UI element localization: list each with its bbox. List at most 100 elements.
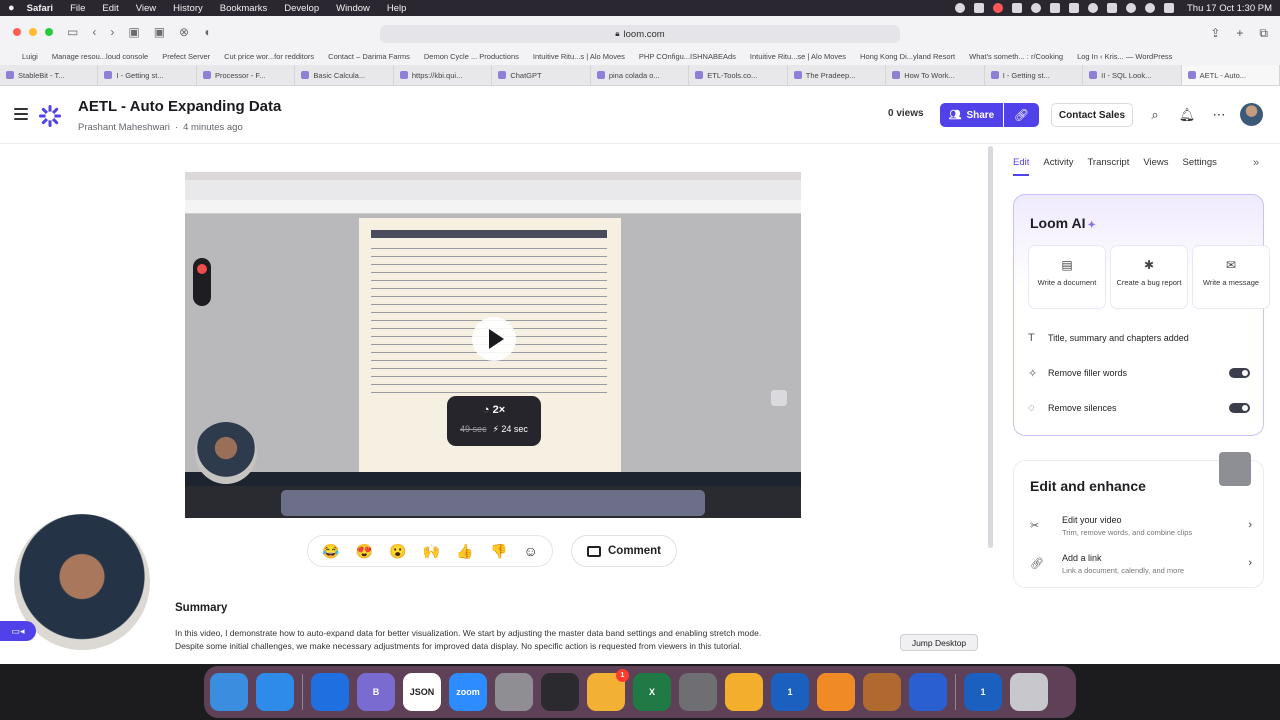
- favorite-link[interactable]: Intuitive Ritu...se | Alo Moves: [750, 52, 846, 61]
- tab-views[interactable]: Views: [1143, 157, 1168, 176]
- reaction-surprised[interactable]: 😮: [389, 543, 406, 560]
- apple-menu-icon[interactable]: ●: [8, 2, 15, 14]
- edit-video-row[interactable]: ✂︎ Edit your video Trim, remove words, a…: [1030, 515, 1252, 543]
- browser-tab[interactable]: ChatGPT: [492, 65, 591, 85]
- menu-edit[interactable]: Edit: [102, 3, 118, 14]
- reaction-thumbs-up[interactable]: 👍: [456, 543, 473, 560]
- share-browser-icon[interactable]: ⇪: [1210, 26, 1220, 41]
- forward-icon[interactable]: ›: [110, 25, 114, 39]
- bell-icon[interactable]: 🔔︎: [1178, 106, 1196, 124]
- record-status-icon[interactable]: [992, 3, 1003, 13]
- menu-help[interactable]: Help: [387, 3, 407, 14]
- hamburger-menu-icon[interactable]: [14, 108, 28, 120]
- minimize-window-icon[interactable]: [29, 28, 37, 36]
- browser-tab[interactable]: II - SQL Look...: [1083, 65, 1182, 85]
- browser-tab[interactable]: Processor - F...: [197, 65, 296, 85]
- play-button[interactable]: [472, 317, 516, 361]
- favorite-link[interactable]: Manage resou...loud console: [52, 52, 148, 61]
- collapse-panel-icon[interactable]: »: [1253, 157, 1259, 169]
- favorite-link[interactable]: PHP COnfigu...ISHNABEAds: [639, 52, 736, 61]
- zoom-icon[interactable]: zoom: [449, 673, 487, 711]
- browser-tab[interactable]: ETL-Tools.co...: [689, 65, 788, 85]
- json-icon[interactable]: JSON: [403, 673, 441, 711]
- tab-activity[interactable]: Activity: [1043, 157, 1073, 176]
- extension-icon[interactable]: ▣: [128, 25, 139, 39]
- browser-tab[interactable]: https://kbi.qui...: [394, 65, 493, 85]
- app-status-icon[interactable]: [1087, 3, 1098, 13]
- views-count[interactable]: 0 views: [888, 108, 924, 119]
- ai-row-title-summary[interactable]: T Title, summary and chapters added: [1028, 329, 1250, 347]
- share-button[interactable]: 👥︎ Share: [940, 103, 1003, 127]
- clock[interactable]: Thu 17 Oct 1:30 PM: [1187, 3, 1272, 14]
- browser-tab[interactable]: Basic Calcula...: [295, 65, 394, 85]
- search-icon[interactable]: ⌕: [1146, 106, 1164, 124]
- browser-tab[interactable]: How To Work...: [886, 65, 985, 85]
- zoom-window-icon[interactable]: [45, 28, 53, 36]
- camera-toggle-icon[interactable]: ▭◂: [0, 621, 36, 641]
- contact-sales-button[interactable]: Contact Sales: [1051, 103, 1133, 127]
- archive-icon[interactable]: [863, 673, 901, 711]
- browser-tab[interactable]: I - Getting st...: [98, 65, 197, 85]
- shield-icon[interactable]: ◖: [203, 25, 210, 39]
- browser-tab[interactable]: pina colada o...: [591, 65, 690, 85]
- battery-icon[interactable]: [1106, 3, 1117, 13]
- browser-tab[interactable]: The Pradeep...: [788, 65, 887, 85]
- reaction-thumbs-down[interactable]: 👎: [490, 543, 507, 560]
- safari-icon[interactable]: [256, 673, 294, 711]
- photos-icon[interactable]: 1: [587, 669, 629, 711]
- add-emoji-icon[interactable]: ☺︎: [524, 543, 538, 559]
- jump-desktop-icon[interactable]: [909, 673, 947, 711]
- tab-settings[interactable]: Settings: [1183, 157, 1217, 176]
- extension-icon[interactable]: ▣: [154, 25, 165, 39]
- tab-edit[interactable]: Edit: [1013, 157, 1030, 176]
- favorite-link[interactable]: Hong Kong Di...yland Resort: [860, 52, 955, 61]
- back-icon[interactable]: ‹: [92, 25, 96, 39]
- reaction-laugh[interactable]: 😂: [322, 543, 339, 560]
- favorite-link[interactable]: What's someth... : r/Cooking: [969, 52, 1063, 61]
- wifi-icon[interactable]: [1125, 3, 1136, 13]
- tab-overview-icon[interactable]: ⧉: [1259, 26, 1268, 41]
- menu-view[interactable]: View: [136, 3, 156, 14]
- sidebar-icon[interactable]: ▭: [67, 25, 78, 39]
- copy-link-button[interactable]: 🔗︎: [1004, 103, 1039, 127]
- add-link-row[interactable]: 🔗︎ Add a link Link a document, calendly,…: [1030, 553, 1252, 581]
- tools-icon[interactable]: [495, 673, 533, 711]
- tab-transcript[interactable]: Transcript: [1087, 157, 1129, 176]
- extension-icon[interactable]: ⊗: [179, 25, 189, 39]
- app-status-icon[interactable]: [973, 3, 984, 13]
- menu-history[interactable]: History: [173, 3, 203, 14]
- browser-tab[interactable]: I - Getting st...: [985, 65, 1084, 85]
- browser-tab[interactable]: StableBit - T...: [0, 65, 99, 85]
- more-options-icon[interactable]: ⋯: [1210, 106, 1228, 124]
- favorite-link[interactable]: Prefect Server: [162, 52, 210, 61]
- favorite-link[interactable]: Intuitive Ritu...s | Alo Moves: [533, 52, 625, 61]
- password-manager-icon[interactable]: 1: [771, 673, 809, 711]
- floating-sticker[interactable]: [1219, 452, 1251, 486]
- author-name[interactable]: Prashant Maheshwari: [78, 122, 170, 133]
- scrollbar[interactable]: [988, 146, 993, 548]
- app-status-icon[interactable]: [1049, 3, 1060, 13]
- search-status-icon[interactable]: [1144, 3, 1155, 13]
- user-avatar[interactable]: [1240, 103, 1263, 126]
- favorite-link[interactable]: Log In ‹ Kris... — WordPress: [1077, 52, 1172, 61]
- write-document-button[interactable]: ▤ Write a document: [1028, 245, 1106, 309]
- control-center-icon[interactable]: [1163, 3, 1174, 13]
- remove-silences-toggle[interactable]: [1229, 403, 1250, 413]
- loom-logo-icon[interactable]: [38, 104, 62, 128]
- comment-button[interactable]: Comment: [571, 535, 677, 567]
- favorite-link[interactable]: Demon Cycle ... Productions: [424, 52, 519, 61]
- menu-window[interactable]: Window: [336, 3, 370, 14]
- excel-icon[interactable]: X: [633, 673, 671, 711]
- app-status-icon[interactable]: [1030, 3, 1041, 13]
- prompt-icon[interactable]: [541, 673, 579, 711]
- create-bug-report-button[interactable]: ✱ Create a bug report: [1110, 245, 1188, 309]
- reaction-heart-eyes[interactable]: 😍: [356, 543, 373, 560]
- app-status-icon[interactable]: [1068, 3, 1079, 13]
- gear-status-icon[interactable]: [954, 3, 965, 13]
- video-player[interactable]: ◔ 2× 49 sec ⚡︎ 24 sec: [185, 172, 801, 518]
- tableau-icon[interactable]: [725, 673, 763, 711]
- password-manager-icon[interactable]: 1: [964, 673, 1002, 711]
- app-status-icon[interactable]: [1011, 3, 1022, 13]
- finder-icon[interactable]: [210, 673, 248, 711]
- favorite-link[interactable]: Luigi: [22, 52, 38, 61]
